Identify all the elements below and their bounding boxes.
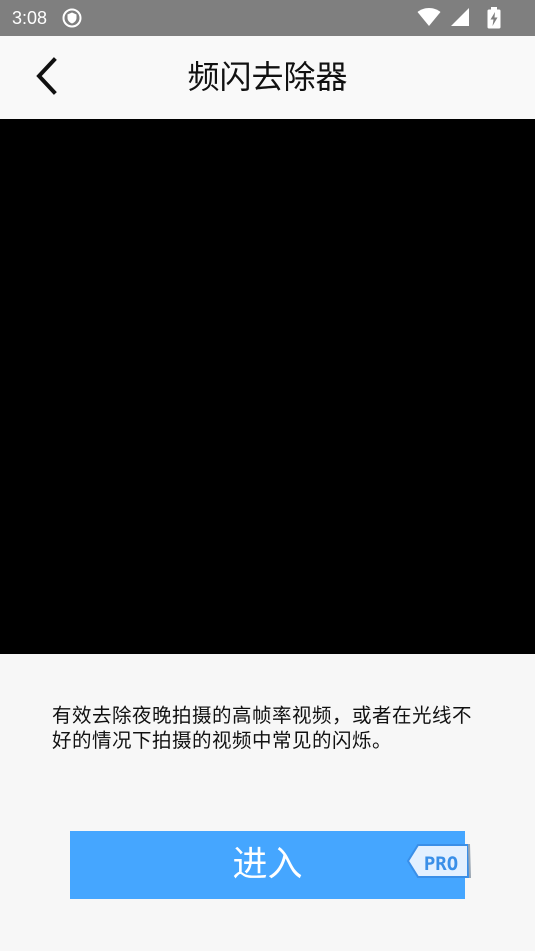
video-preview (0, 119, 535, 654)
page-title: 频闪去除器 (187, 58, 348, 96)
chevron-left-icon[interactable] (28, 56, 68, 96)
signal-icon (451, 8, 469, 26)
app-bar: 频闪去除器 (0, 36, 535, 119)
wifi-icon (417, 8, 441, 26)
battery-charging-icon (487, 7, 501, 29)
pro-badge-label: PRO (423, 853, 459, 875)
feature-description: 有效去除夜晚拍摄的高帧率视频，或者在光线不好的情况下拍摄的视频中常见的闪烁。 (52, 704, 473, 752)
shield-icon (62, 8, 82, 28)
status-bar: 3:08 (0, 0, 535, 36)
status-time: 3:08 (12, 8, 48, 28)
